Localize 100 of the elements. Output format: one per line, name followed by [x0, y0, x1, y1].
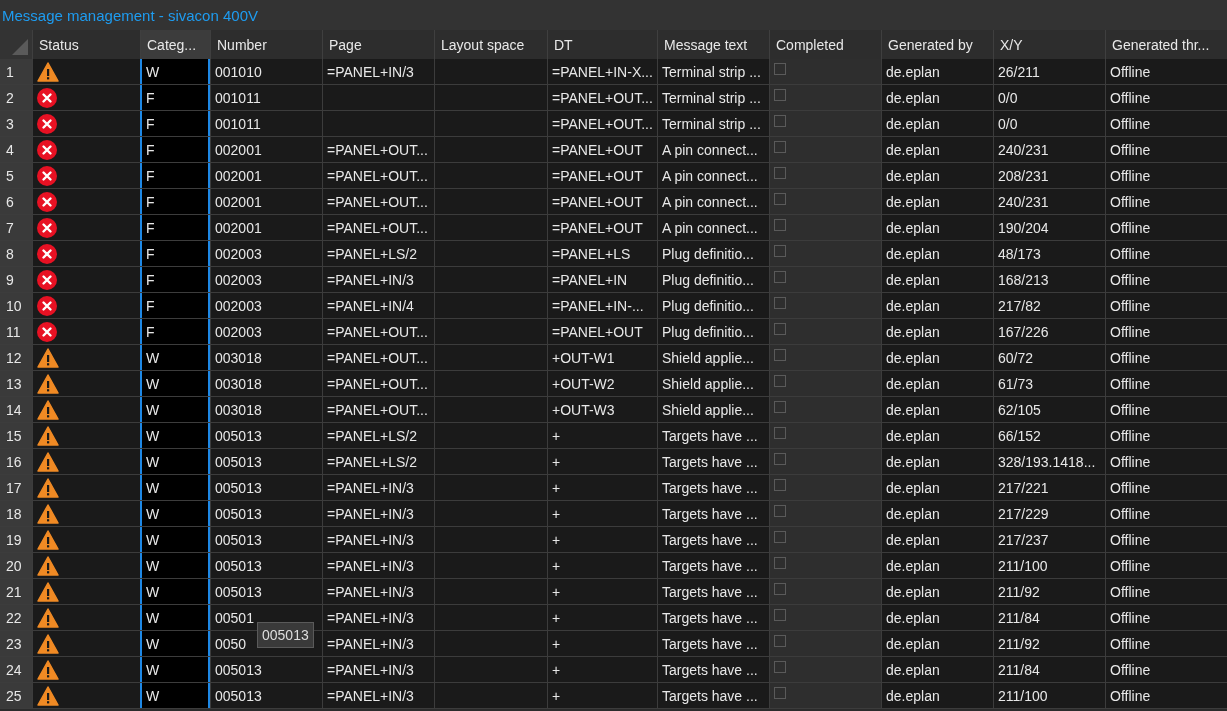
table-cell: A pin connect...: [657, 189, 769, 214]
table-cell: 208/231: [993, 163, 1105, 188]
table-cell: +OUT-W1: [547, 345, 657, 370]
table-cell: A pin connect...: [657, 137, 769, 162]
category-cell: W: [140, 605, 210, 630]
category-cell: F: [140, 111, 210, 136]
completed-checkbox[interactable]: [774, 635, 786, 647]
completed-checkbox[interactable]: [774, 505, 786, 517]
category-cell: W: [140, 371, 210, 396]
table-cell: 005013: [210, 501, 322, 526]
completed-checkbox[interactable]: [774, 245, 786, 257]
row-number: 16: [0, 449, 32, 474]
table-cell: de.eplan: [881, 501, 993, 526]
completed-checkbox[interactable]: [774, 401, 786, 413]
table-cell: =PANEL+OUT...: [322, 137, 434, 162]
table-cell: 240/231: [993, 137, 1105, 162]
table-cell: A pin connect...: [657, 163, 769, 188]
select-all-corner[interactable]: [0, 30, 32, 59]
table-cell: de.eplan: [881, 345, 993, 370]
table-cell: 002003: [210, 319, 322, 344]
table-cell: Offline: [1105, 553, 1227, 578]
table-cell: +OUT-W3: [547, 397, 657, 422]
column-header[interactable]: Categ...: [140, 30, 210, 59]
table-cell: 217/229: [993, 501, 1105, 526]
table-cell: +: [547, 423, 657, 448]
completed-checkbox[interactable]: [774, 63, 786, 75]
table-cell: de.eplan: [881, 475, 993, 500]
table-cell: 005013: [210, 553, 322, 578]
completed-checkbox[interactable]: [774, 323, 786, 335]
table-cell: Offline: [1105, 111, 1227, 136]
table-cell: =PANEL+OUT...: [547, 85, 657, 110]
category-cell: W: [140, 397, 210, 422]
completed-checkbox[interactable]: [774, 89, 786, 101]
table-cell: de.eplan: [881, 397, 993, 422]
completed-checkbox[interactable]: [774, 375, 786, 387]
table-cell: Offline: [1105, 345, 1227, 370]
completed-checkbox[interactable]: [774, 427, 786, 439]
row-number: 11: [0, 319, 32, 344]
completed-checkbox[interactable]: [774, 141, 786, 153]
table-cell: de.eplan: [881, 371, 993, 396]
tooltip: 005013: [257, 622, 314, 648]
table-cell: 003018: [210, 345, 322, 370]
completed-checkbox[interactable]: [774, 167, 786, 179]
table-cell: de.eplan: [881, 527, 993, 552]
table-cell: A pin connect...: [657, 215, 769, 240]
table-cell: Offline: [1105, 293, 1227, 318]
completed-checkbox[interactable]: [774, 531, 786, 543]
table-cell: =PANEL+OUT...: [322, 345, 434, 370]
row-number: 9: [0, 267, 32, 292]
table-cell: 002003: [210, 241, 322, 266]
completed-checkbox[interactable]: [774, 349, 786, 361]
table-cell: 002001: [210, 137, 322, 162]
table-cell: =PANEL+IN/3: [322, 579, 434, 604]
completed-checkbox[interactable]: [774, 479, 786, 491]
table-cell: Offline: [1105, 423, 1227, 448]
table-cell: +: [547, 683, 657, 708]
table-cell: Terminal strip ...: [657, 111, 769, 136]
row-number: 5: [0, 163, 32, 188]
table-cell: Plug definitio...: [657, 241, 769, 266]
table-cell: 217/82: [993, 293, 1105, 318]
table-cell: 211/84: [993, 605, 1105, 630]
table-cell: 217/221: [993, 475, 1105, 500]
table-cell: de.eplan: [881, 579, 993, 604]
completed-checkbox[interactable]: [774, 297, 786, 309]
table-cell: de.eplan: [881, 137, 993, 162]
row-number: 4: [0, 137, 32, 162]
table-cell: =PANEL+IN-...: [547, 293, 657, 318]
completed-checkbox[interactable]: [774, 687, 786, 699]
table-cell: =PANEL+IN/3: [322, 527, 434, 552]
completed-checkbox[interactable]: [774, 271, 786, 283]
table-cell: 48/173: [993, 241, 1105, 266]
completed-checkbox[interactable]: [774, 219, 786, 231]
table-cell: +: [547, 475, 657, 500]
completed-checkbox[interactable]: [774, 661, 786, 673]
table-cell: Offline: [1105, 319, 1227, 344]
completed-checkbox[interactable]: [774, 583, 786, 595]
table-cell: 003018: [210, 371, 322, 396]
table-cell: 005013: [210, 449, 322, 474]
table-cell: Shield applie...: [657, 397, 769, 422]
completed-checkbox[interactable]: [774, 115, 786, 127]
table-cell: de.eplan: [881, 163, 993, 188]
row-number: 23: [0, 631, 32, 656]
table-cell: =PANEL+OUT...: [547, 111, 657, 136]
table-cell: de.eplan: [881, 267, 993, 292]
category-cell: F: [140, 85, 210, 110]
table-cell: =PANEL+IN/3: [322, 501, 434, 526]
completed-checkbox[interactable]: [774, 453, 786, 465]
table-cell: de.eplan: [881, 553, 993, 578]
table-cell: +: [547, 657, 657, 682]
table-cell: de.eplan: [881, 631, 993, 656]
table-cell: 211/100: [993, 683, 1105, 708]
completed-checkbox[interactable]: [774, 557, 786, 569]
category-cell: W: [140, 631, 210, 656]
completed-checkbox[interactable]: [774, 609, 786, 621]
table-cell: =PANEL+IN/3: [322, 683, 434, 708]
table-cell: 328/193.1418...: [993, 449, 1105, 474]
table-cell: de.eplan: [881, 605, 993, 630]
completed-checkbox[interactable]: [774, 193, 786, 205]
row-number: 21: [0, 579, 32, 604]
category-cell: F: [140, 319, 210, 344]
